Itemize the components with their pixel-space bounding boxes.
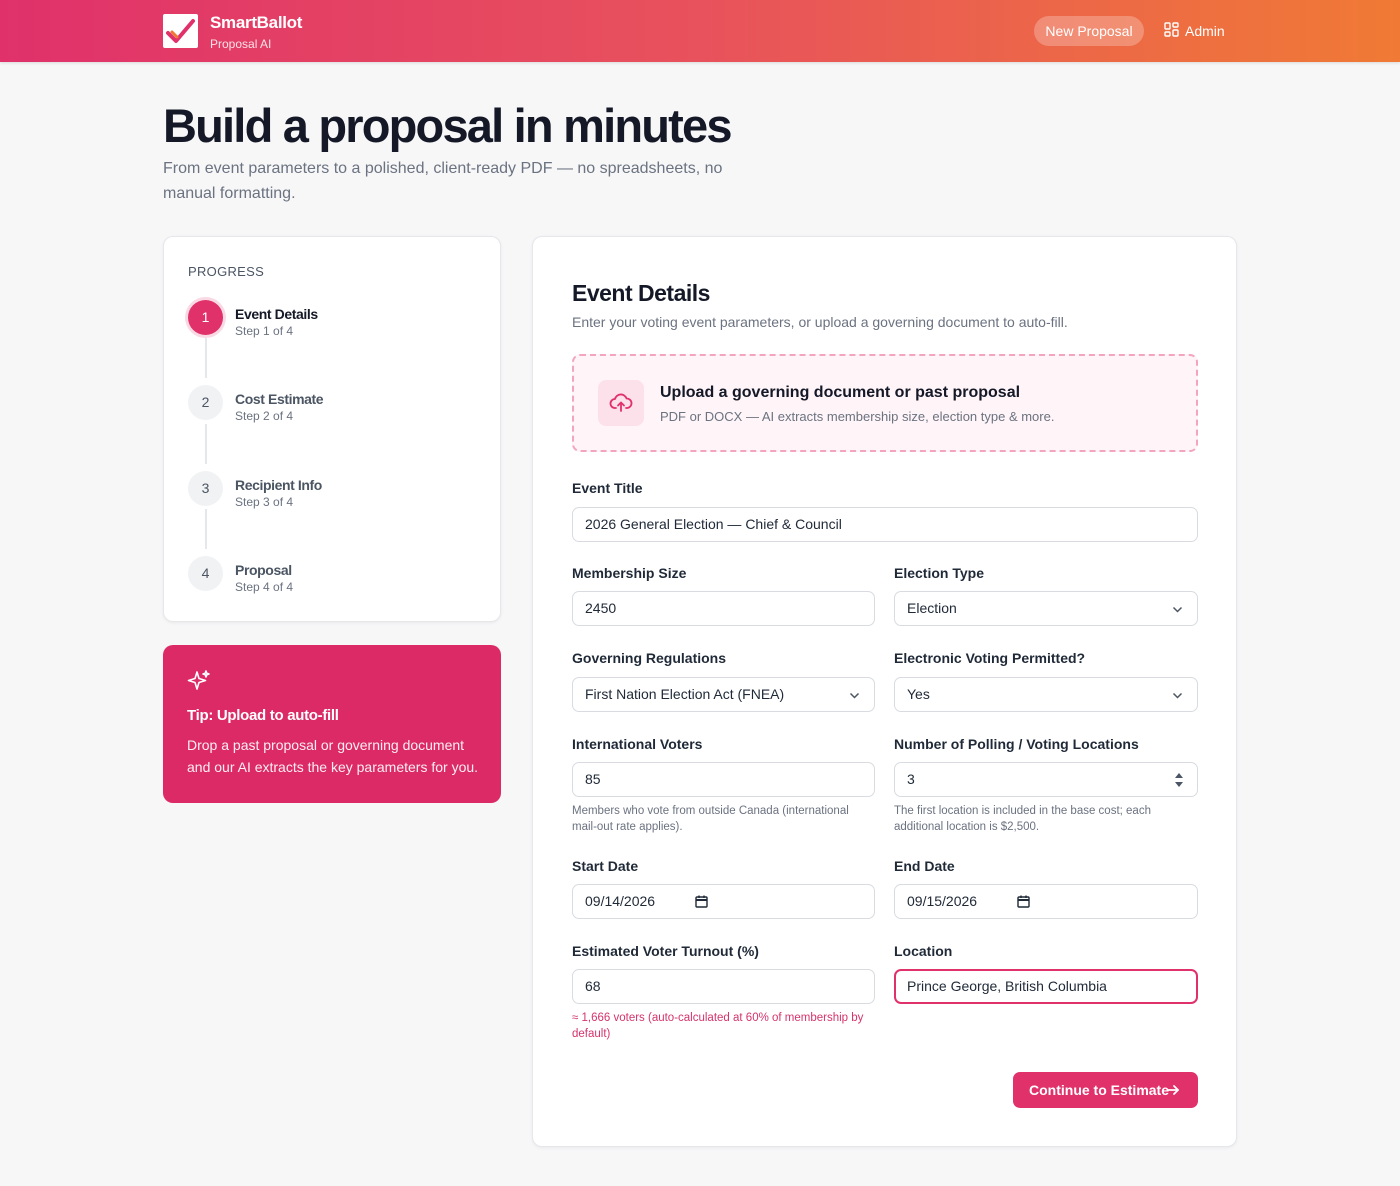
step-event-details[interactable]: 1 Event Details Step 1 of 4 xyxy=(188,300,488,340)
upload-title: Upload a governing document or past prop… xyxy=(660,384,1021,401)
location-label: Location xyxy=(894,943,953,959)
polling-locations-label: Number of Polling / Voting Locations xyxy=(894,736,1139,752)
voter-turnout-help: ≈ 1,666 voters (auto-calculated at 60% o… xyxy=(572,1012,864,1040)
step-connector xyxy=(205,338,207,378)
governing-regulations-label: Governing Regulations xyxy=(572,650,727,666)
step-number: 4 xyxy=(188,556,223,591)
international-voters-input[interactable]: 85 xyxy=(572,762,875,797)
end-date-input[interactable]: 09/15/2026 xyxy=(894,884,1198,919)
international-voters-label: International Voters xyxy=(572,736,703,752)
polling-locations-help: The first location is included in the ba… xyxy=(894,805,1151,833)
election-type-select[interactable]: Election xyxy=(894,591,1198,626)
voter-turnout-input[interactable]: 68 xyxy=(572,969,875,1004)
page-subtitle: From event parameters to a polished, cli… xyxy=(163,160,723,202)
admin-link[interactable]: Admin xyxy=(1164,22,1225,40)
electronic-voting-label: Electronic Voting Permitted? xyxy=(894,650,1086,666)
top-navbar: SmartBallot Proposal AI New Proposal Adm… xyxy=(0,0,1400,62)
stepper-arrows-icon[interactable] xyxy=(1174,772,1184,788)
cloud-upload-icon xyxy=(598,380,644,426)
step-number: 1 xyxy=(188,300,223,335)
brand-name: SmartBallot xyxy=(210,13,303,32)
event-details-form: Event Details Enter your voting event pa… xyxy=(532,236,1237,1147)
arrow-right-icon xyxy=(1167,1085,1179,1095)
step-recipient-info[interactable]: 3 Recipient Info Step 3 of 4 xyxy=(188,471,488,511)
calendar-icon[interactable] xyxy=(1017,895,1030,908)
start-date-label: Start Date xyxy=(572,858,639,874)
tip-card: Tip: Upload to auto-fill Drop a past pro… xyxy=(163,645,501,803)
page-title: Build a proposal in minutes xyxy=(163,99,732,152)
step-proposal[interactable]: 4 Proposal Step 4 of 4 xyxy=(188,556,488,596)
election-type-value: Election xyxy=(907,600,957,616)
voter-turnout-label: Estimated Voter Turnout (%) xyxy=(572,943,759,959)
step-title: Recipient Info xyxy=(235,477,322,493)
step-subtitle: Step 1 of 4 xyxy=(235,324,294,338)
start-date-input[interactable]: 09/14/2026 xyxy=(572,884,875,919)
step-subtitle: Step 4 of 4 xyxy=(235,580,294,594)
step-title: Proposal xyxy=(235,562,292,578)
admin-label: Admin xyxy=(1185,23,1225,39)
form-subtitle: Enter your voting event parameters, or u… xyxy=(572,314,1068,330)
step-connector xyxy=(205,509,207,549)
event-title-input[interactable]: 2026 General Election — Chief & Council xyxy=(572,507,1198,542)
governing-regulations-value: First Nation Election Act (FNEA) xyxy=(585,686,785,702)
dashboard-grid-icon xyxy=(1164,22,1179,40)
step-title: Cost Estimate xyxy=(235,391,324,407)
event-title-label: Event Title xyxy=(572,480,643,496)
calendar-icon[interactable] xyxy=(695,895,708,908)
tip-description: Drop a past proposal or governing docume… xyxy=(187,737,479,775)
location-input[interactable]: Prince George, British Columbia xyxy=(894,969,1198,1004)
brand-subtitle: Proposal AI xyxy=(210,37,272,51)
polling-locations-value: 3 xyxy=(907,771,915,787)
step-cost-estimate[interactable]: 2 Cost Estimate Step 2 of 4 xyxy=(188,385,488,425)
step-subtitle: Step 2 of 4 xyxy=(235,409,294,423)
step-number: 3 xyxy=(188,471,223,506)
end-date-label: End Date xyxy=(894,858,955,874)
chevron-down-icon xyxy=(1172,606,1183,613)
upload-description: PDF or DOCX — AI extracts membership siz… xyxy=(660,409,1055,424)
end-date-value: 09/15/2026 xyxy=(907,893,978,909)
membership-size-input[interactable]: 2450 xyxy=(572,591,875,626)
upload-dropzone[interactable]: Upload a governing document or past prop… xyxy=(572,354,1198,452)
continue-to-estimate-button[interactable]: Continue to Estimate xyxy=(1013,1072,1198,1108)
chevron-down-icon xyxy=(1172,692,1183,699)
tip-title: Tip: Upload to auto-fill xyxy=(187,707,339,724)
continue-label: Continue to Estimate xyxy=(1029,1082,1170,1098)
electronic-voting-select[interactable]: Yes xyxy=(894,677,1198,712)
step-title: Event Details xyxy=(235,306,318,322)
logo-checkmark-icon[interactable] xyxy=(163,14,198,48)
step-connector xyxy=(205,424,207,464)
election-type-label: Election Type xyxy=(894,565,984,581)
governing-regulations-select[interactable]: First Nation Election Act (FNEA) xyxy=(572,677,875,712)
step-subtitle: Step 3 of 4 xyxy=(235,495,294,509)
sparkles-icon xyxy=(187,669,211,698)
polling-locations-stepper[interactable]: 3 xyxy=(894,762,1198,797)
membership-size-label: Membership Size xyxy=(572,565,687,581)
form-title: Event Details xyxy=(572,280,710,306)
start-date-value: 09/14/2026 xyxy=(585,893,656,909)
progress-heading: PROGRESS xyxy=(188,264,265,279)
international-voters-help: Members who vote from outside Canada (in… xyxy=(572,805,849,833)
new-proposal-button[interactable]: New Proposal xyxy=(1034,16,1144,46)
electronic-voting-value: Yes xyxy=(907,686,930,702)
progress-panel: PROGRESS 1 Event Details Step 1 of 4 2 C… xyxy=(163,236,501,622)
chevron-down-icon xyxy=(849,692,860,699)
step-number: 2 xyxy=(188,385,223,420)
